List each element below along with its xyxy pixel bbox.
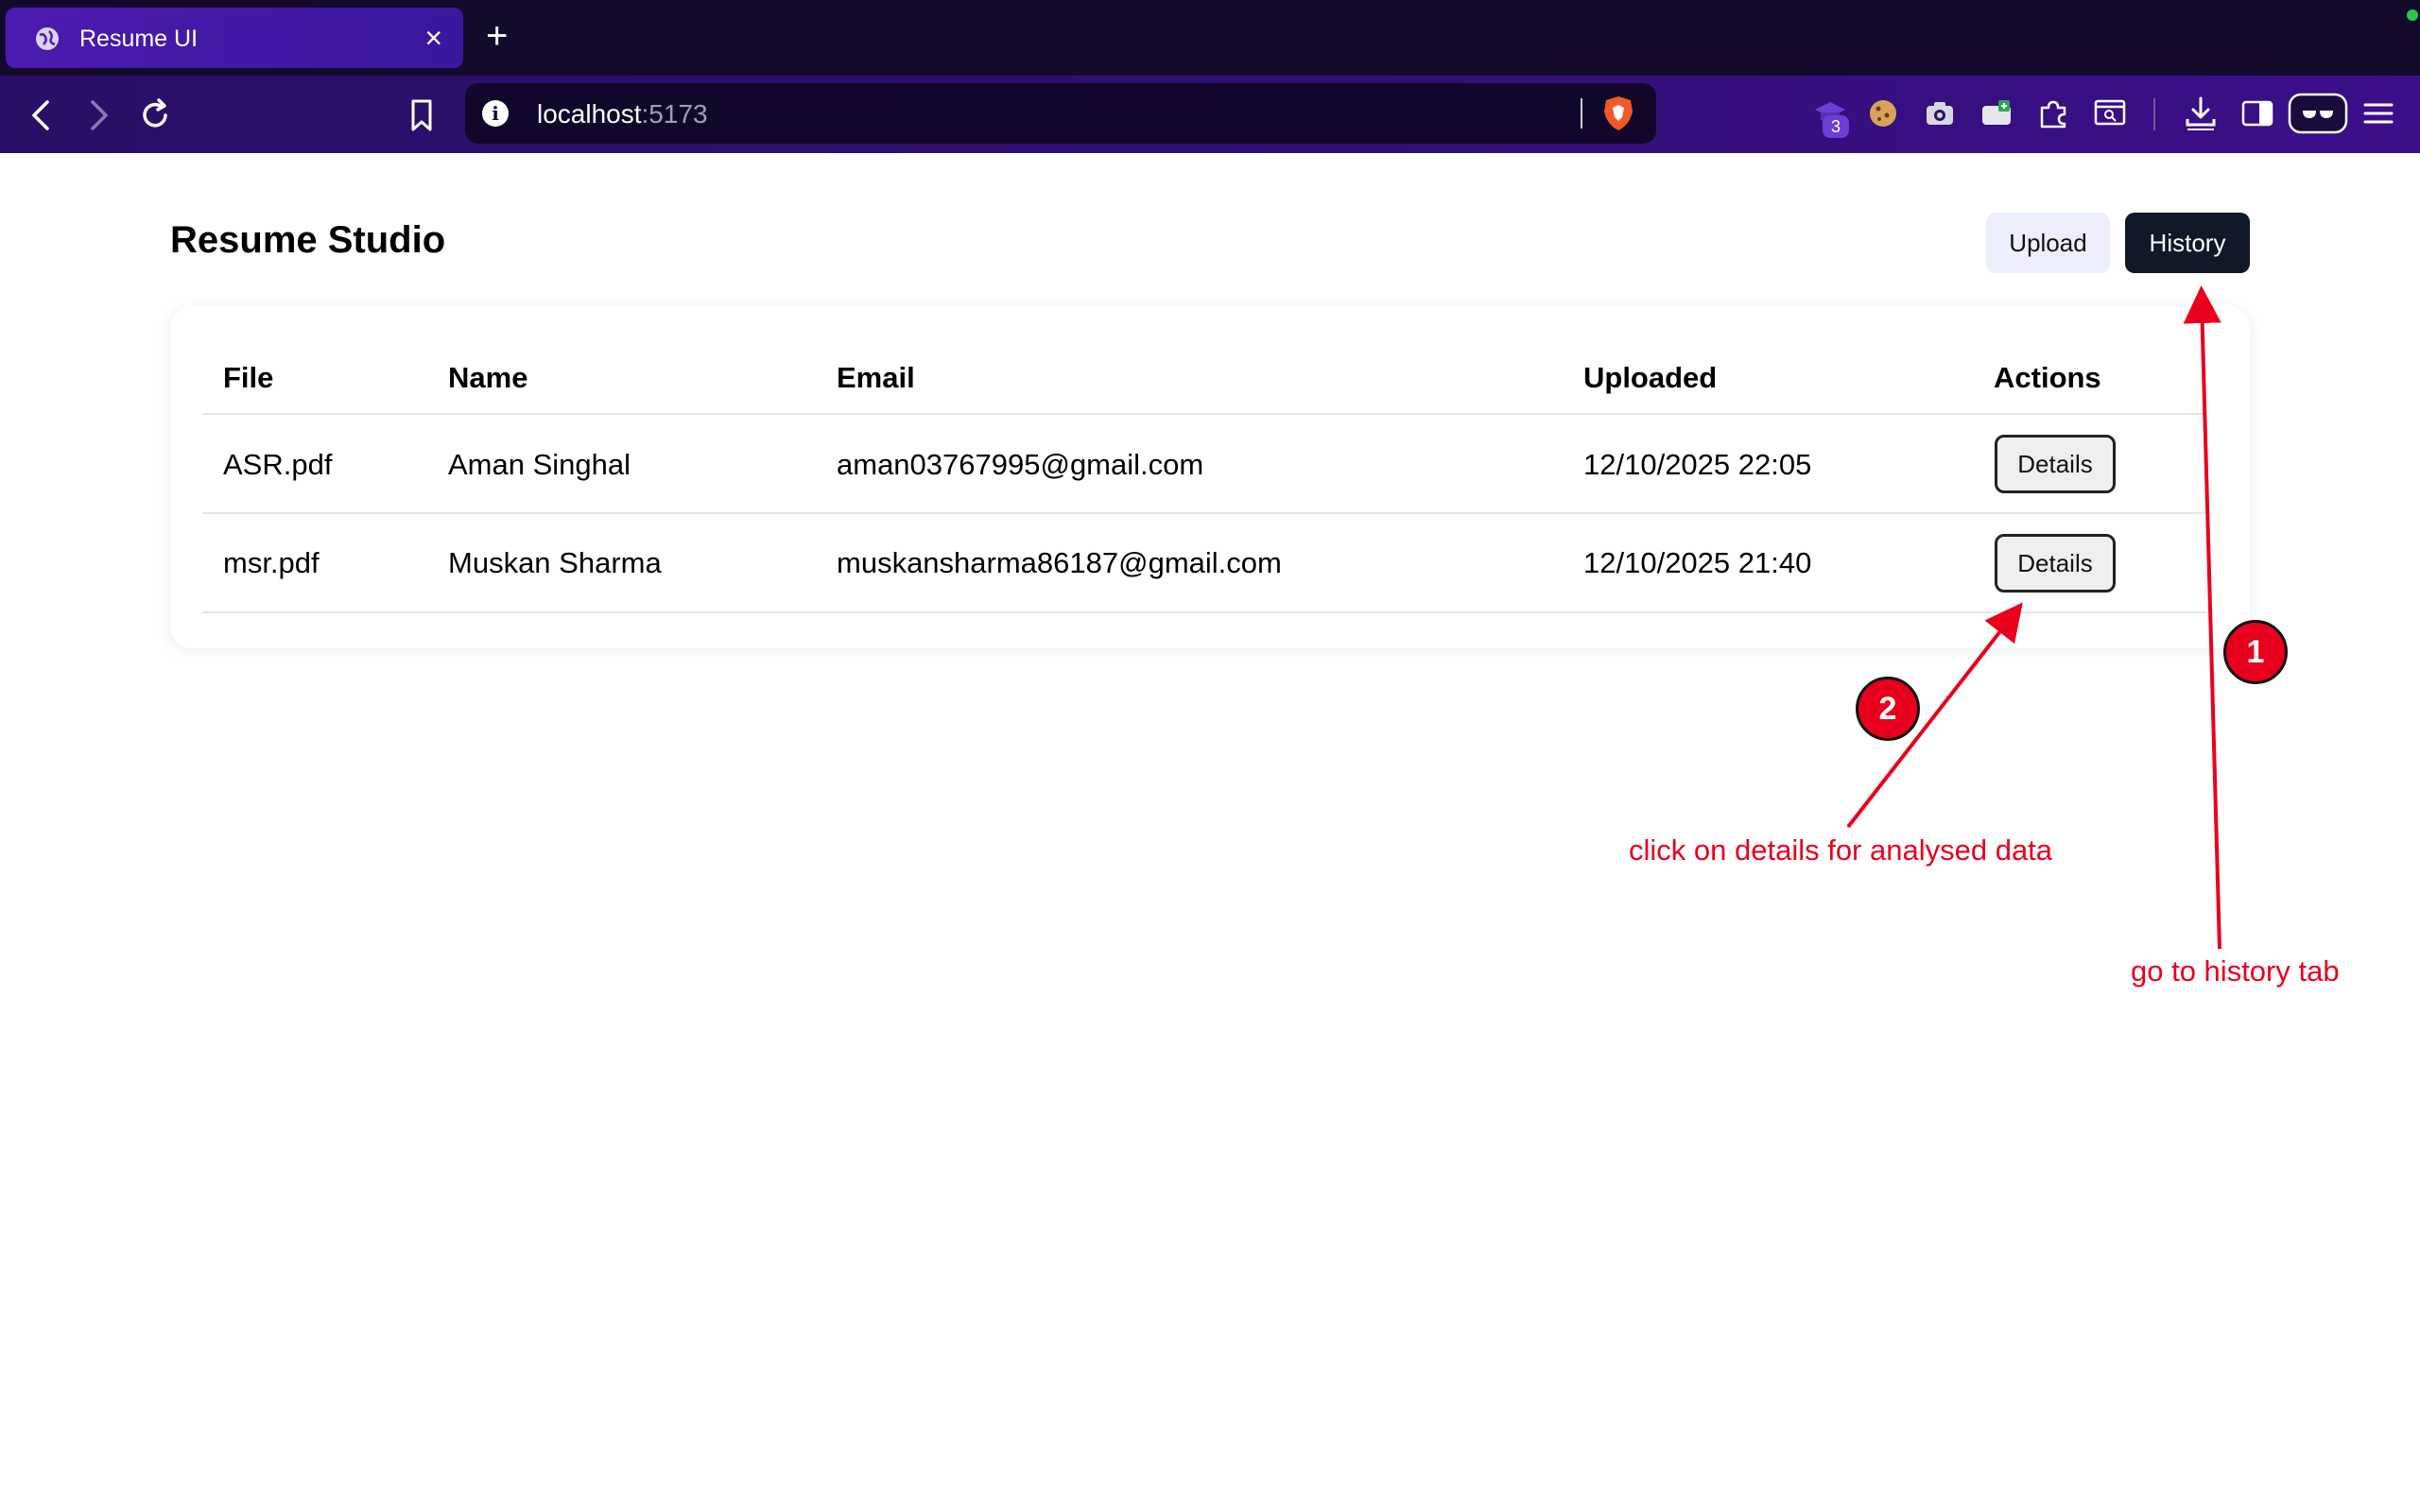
status-dot <box>2407 9 2418 21</box>
close-tab-icon[interactable]: × <box>424 21 442 55</box>
cell-name: Muskan Sharma <box>448 546 662 579</box>
site-info-icon[interactable]: i <box>482 100 509 127</box>
screen-search-icon[interactable] <box>2091 94 2129 132</box>
upload-tab-button[interactable]: Upload <box>1986 213 2110 273</box>
browser-toolbar: i localhost:5173 3 <box>0 76 2420 153</box>
sidebar-toggle-icon[interactable] <box>2238 94 2276 132</box>
cell-uploaded: 12/10/2025 21:40 <box>1583 546 1812 579</box>
address-bar[interactable]: i localhost:5173 <box>465 83 1656 144</box>
cookie-icon[interactable] <box>1864 94 1902 132</box>
cell-name: Aman Singhal <box>448 448 631 481</box>
browser-tab-bar: Resume UI × + <box>0 0 2420 76</box>
reload-icon[interactable] <box>136 96 174 134</box>
cell-file: msr.pdf <box>223 546 320 579</box>
column-header-email: Email <box>837 361 915 394</box>
page-title: Resume Studio <box>170 219 446 261</box>
cell-email: muskansharma86187@gmail.com <box>837 546 1282 579</box>
column-header-file: File <box>223 361 274 394</box>
new-tab-icon[interactable]: + <box>486 13 508 59</box>
details-button[interactable]: Details <box>1995 534 2116 593</box>
details-button[interactable]: Details <box>1995 435 2116 493</box>
camera-icon[interactable] <box>1921 94 1959 132</box>
menu-icon[interactable] <box>2360 94 2397 132</box>
toolbar-divider <box>2153 98 2155 130</box>
bookmark-icon[interactable] <box>403 96 441 134</box>
history-tab-button[interactable]: History <box>2125 213 2250 273</box>
cell-file: ASR.pdf <box>223 448 333 481</box>
cell-email: aman03767995@gmail.com <box>837 448 1204 481</box>
url-text: localhost:5173 <box>537 99 708 129</box>
step-1-instruction: go to history tab <box>2131 954 2340 988</box>
column-header-uploaded: Uploaded <box>1583 361 1718 394</box>
step-2-marker: 2 <box>1856 677 1920 741</box>
forward-icon[interactable] <box>79 96 117 134</box>
browser-tab[interactable]: Resume UI × <box>6 8 463 68</box>
row-divider <box>202 512 2206 514</box>
globe-icon <box>36 27 59 50</box>
tab-title: Resume UI <box>79 26 199 52</box>
column-header-name: Name <box>448 361 528 394</box>
step-1-marker: 1 <box>2223 620 2288 684</box>
column-header-actions: Actions <box>1994 361 2101 394</box>
extension-badge: 3 <box>1823 115 1849 138</box>
url-divider <box>1581 98 1582 129</box>
reader-mode-icon[interactable] <box>2288 93 2348 134</box>
wallet-icon[interactable] <box>1978 94 2015 132</box>
row-divider <box>202 611 2206 613</box>
step-2-instruction: click on details for analysed data <box>1629 833 2053 867</box>
header-divider <box>202 413 2206 415</box>
cell-uploaded: 12/10/2025 22:05 <box>1583 448 1812 481</box>
brave-shield-icon[interactable] <box>1601 94 1635 132</box>
download-icon[interactable] <box>2182 94 2220 132</box>
puzzle-extensions-icon[interactable] <box>2034 94 2072 132</box>
back-icon[interactable] <box>23 96 60 134</box>
